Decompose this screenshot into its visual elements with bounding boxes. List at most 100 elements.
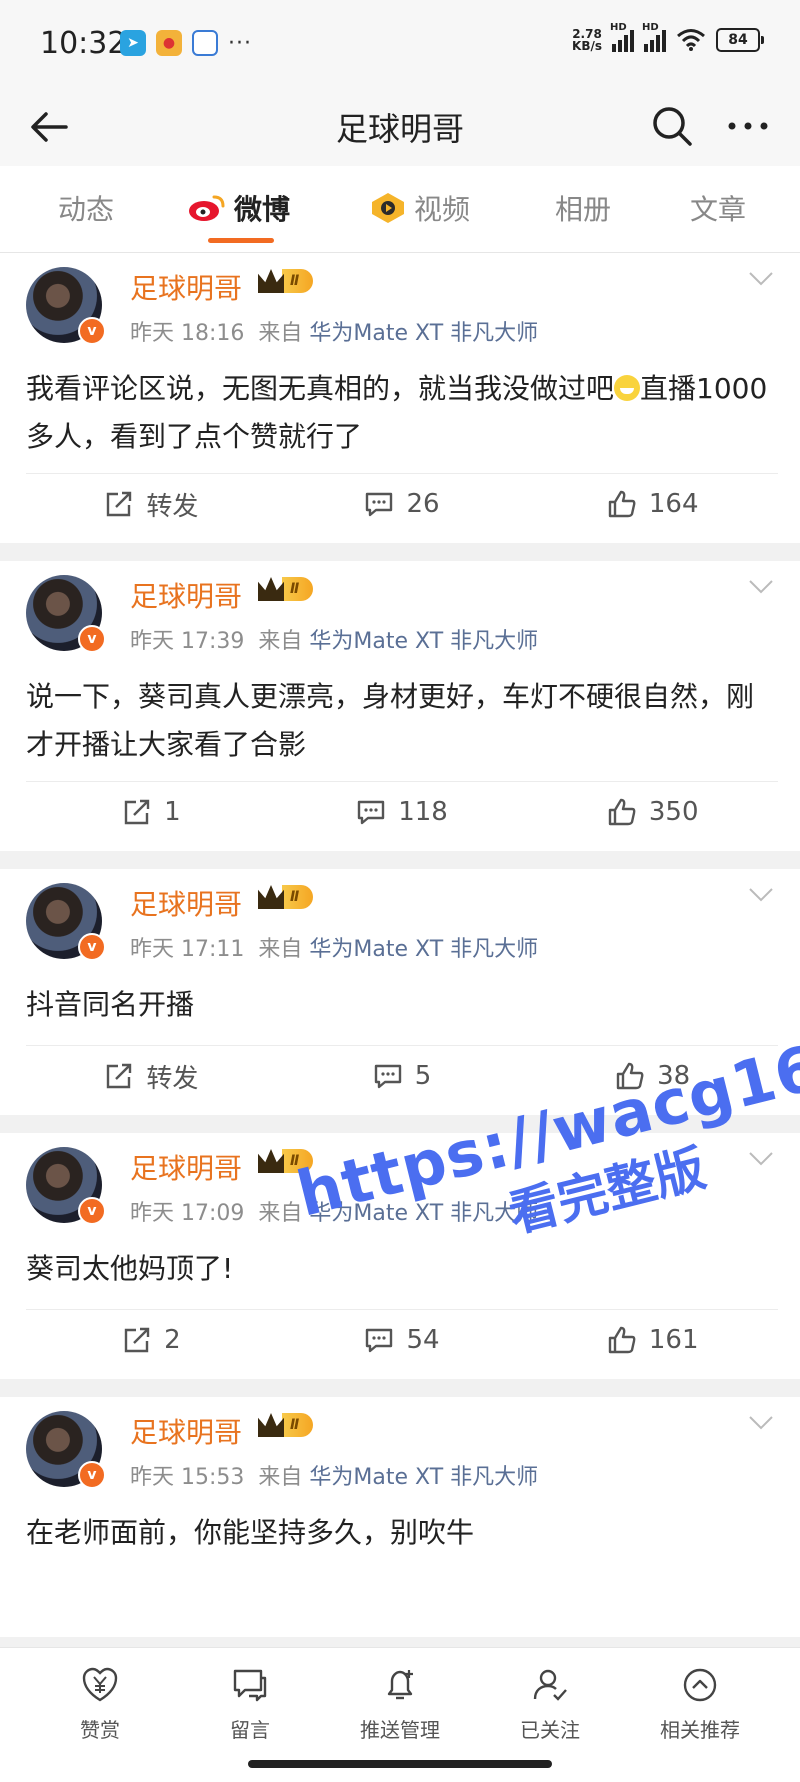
post-card[interactable]: v 足球明哥 Ⅱ 昨天 17:39 来自 华为Mate XT 非凡大师 说一下，… [0, 561, 800, 851]
chevron-down-icon[interactable] [748, 887, 774, 903]
crown-icon [258, 577, 284, 601]
like-button[interactable]: 38 [527, 1046, 778, 1106]
post-content: 我看评论区说，无图无真相的，就当我没做过吧 直播1000多人，看到了点个赞就行了 [26, 372, 768, 453]
active-tab-indicator [208, 238, 274, 243]
weibo-icon: ● [156, 30, 182, 56]
post-meta: 昨天 17:11 来自 华为Mate XT 非凡大师 [130, 937, 539, 962]
comment-button[interactable]: 5 [277, 1046, 528, 1106]
vip-crown-badge[interactable]: Ⅱ [258, 269, 314, 293]
username[interactable]: 足球明哥 [130, 1147, 242, 1187]
repost-icon [107, 491, 132, 517]
thumbs-up-icon [616, 1062, 644, 1090]
push-settings-button[interactable]: 推送管理 [340, 1666, 460, 1743]
post-actions: 1 118 350 [26, 781, 778, 842]
repost-button[interactable]: 转发 [26, 1046, 277, 1106]
post-meta: 昨天 15:53 来自 华为Mate XT 非凡大师 [130, 1465, 539, 1490]
post-actions: 转发 5 38 [26, 1045, 778, 1106]
thumbs-up-icon [608, 798, 636, 826]
username[interactable]: 足球明哥 [130, 1411, 242, 1451]
vip-crown-badge[interactable]: Ⅱ [258, 577, 314, 601]
tab-album[interactable]: 相册 [555, 188, 611, 228]
vip-crown-badge[interactable]: Ⅱ [258, 1413, 314, 1437]
device-source-link[interactable]: 华为Mate XT 非凡大师 [309, 1201, 538, 1226]
post-content: 抖音同名开播 [26, 988, 195, 1021]
like-button[interactable]: 161 [527, 1310, 778, 1370]
username[interactable]: 足球明哥 [130, 883, 242, 923]
post-feed: v 足球明哥 Ⅱ 昨天 18:16 来自 华为Mate XT 非凡大师 我看评论… [0, 253, 800, 1655]
blue-app-icon [192, 30, 218, 56]
comment-icon [374, 1064, 401, 1089]
thumbs-up-icon [608, 490, 636, 518]
wifi-icon [677, 29, 705, 51]
status-bar: 10:32 ➤ ● ··· 2.78 KB/s HD HD 84 [0, 0, 800, 90]
top-navigation: 足球明哥 [0, 90, 800, 166]
thumbs-up-icon [608, 1326, 636, 1354]
search-icon[interactable] [648, 102, 696, 150]
message-icon [233, 1669, 267, 1702]
verified-badge-icon: v [78, 625, 106, 653]
repost-button[interactable]: 1 [26, 782, 277, 842]
username[interactable]: 足球明哥 [130, 267, 242, 307]
message-button[interactable]: 留言 [190, 1666, 310, 1743]
like-button[interactable]: 164 [527, 474, 778, 534]
following-button[interactable]: 已关注 [490, 1666, 610, 1743]
tab-dynamics[interactable]: 动态 [58, 188, 114, 228]
crown-icon [258, 1149, 284, 1173]
home-indicator[interactable] [248, 1760, 552, 1768]
comment-button[interactable]: 54 [277, 1310, 528, 1370]
device-source-link[interactable]: 华为Mate XT 非凡大师 [309, 321, 538, 346]
more-notifications-icon: ··· [228, 30, 252, 56]
vip-crown-badge[interactable]: Ⅱ [258, 1149, 314, 1173]
chevron-down-icon[interactable] [748, 1415, 774, 1431]
signal-icon: HD [610, 22, 634, 52]
post-actions: 2 54 161 [26, 1309, 778, 1370]
device-source-link[interactable]: 华为Mate XT 非凡大师 [309, 629, 538, 654]
status-indicators: 2.78 KB/s HD HD 84 [572, 22, 764, 53]
profile-tabs: 动态 微博 视频 相册 文章 [0, 166, 800, 253]
more-options-icon[interactable] [724, 102, 772, 150]
yen-reward-icon [82, 1667, 118, 1702]
tab-video[interactable]: 视频 [370, 188, 470, 228]
user-check-icon [533, 1669, 567, 1701]
weibo-logo-icon [189, 195, 225, 221]
post-content: 说一下，葵司真人更漂亮，身材更好，车灯不硬很自然，刚才开播让大家看了合影 [26, 680, 755, 761]
bell-plus-icon [387, 1670, 413, 1700]
status-time: 10:32 [40, 26, 127, 61]
verified-badge-icon: v [78, 933, 106, 961]
post-card[interactable]: v 足球明哥 Ⅱ 昨天 17:11 来自 华为Mate XT 非凡大师 抖音同名… [0, 869, 800, 1115]
like-button[interactable]: 350 [527, 782, 778, 842]
repost-button[interactable]: 2 [26, 1310, 277, 1370]
post-actions: 转发 26 164 [26, 473, 778, 534]
comment-icon [357, 800, 385, 825]
chevron-down-icon[interactable] [748, 579, 774, 595]
post-card[interactable]: v 足球明哥 Ⅱ 昨天 18:16 来自 华为Mate XT 非凡大师 我看评论… [0, 253, 800, 543]
post-card[interactable]: v 足球明哥 Ⅱ 昨天 17:09 来自 华为Mate XT 非凡大师 葵司太他… [0, 1133, 800, 1379]
verified-badge-icon: v [78, 1461, 106, 1489]
post-meta: 昨天 18:16 来自 华为Mate XT 非凡大师 [130, 321, 539, 346]
crown-icon [258, 269, 284, 293]
username[interactable]: 足球明哥 [130, 575, 242, 615]
battery-indicator: 84 [716, 28, 764, 52]
device-source-link[interactable]: 华为Mate XT 非凡大师 [309, 1465, 538, 1490]
post-card[interactable]: v 足球明哥 Ⅱ 昨天 15:53 来自 华为Mate XT 非凡大师 在老师面… [0, 1397, 800, 1637]
tab-articles[interactable]: 文章 [690, 188, 746, 228]
related-recommendations-button[interactable]: 相关推荐 [640, 1666, 760, 1743]
reward-button[interactable]: 赞赏 [40, 1666, 160, 1743]
tab-weibo[interactable]: 微博 [188, 188, 290, 228]
video-tab-icon [372, 193, 404, 223]
network-speed: 2.78 KB/s [572, 27, 602, 53]
post-meta: 昨天 17:39 来自 华为Mate XT 非凡大师 [130, 629, 539, 654]
comment-button[interactable]: 118 [277, 782, 528, 842]
verified-badge-icon: v [78, 317, 106, 345]
post-meta: 昨天 17:09 来自 华为Mate XT 非凡大师 [130, 1201, 539, 1226]
repost-button[interactable]: 转发 [26, 474, 277, 534]
comment-button[interactable]: 26 [277, 474, 528, 534]
repost-icon [124, 799, 150, 825]
post-content: 葵司太他妈顶了! [26, 1252, 234, 1285]
chevron-down-icon[interactable] [748, 271, 774, 287]
chevron-down-icon[interactable] [748, 1151, 774, 1167]
verified-badge-icon: v [78, 1197, 106, 1225]
vip-crown-badge[interactable]: Ⅱ [258, 885, 314, 909]
device-source-link[interactable]: 华为Mate XT 非凡大师 [309, 937, 538, 962]
comment-icon [366, 492, 393, 517]
